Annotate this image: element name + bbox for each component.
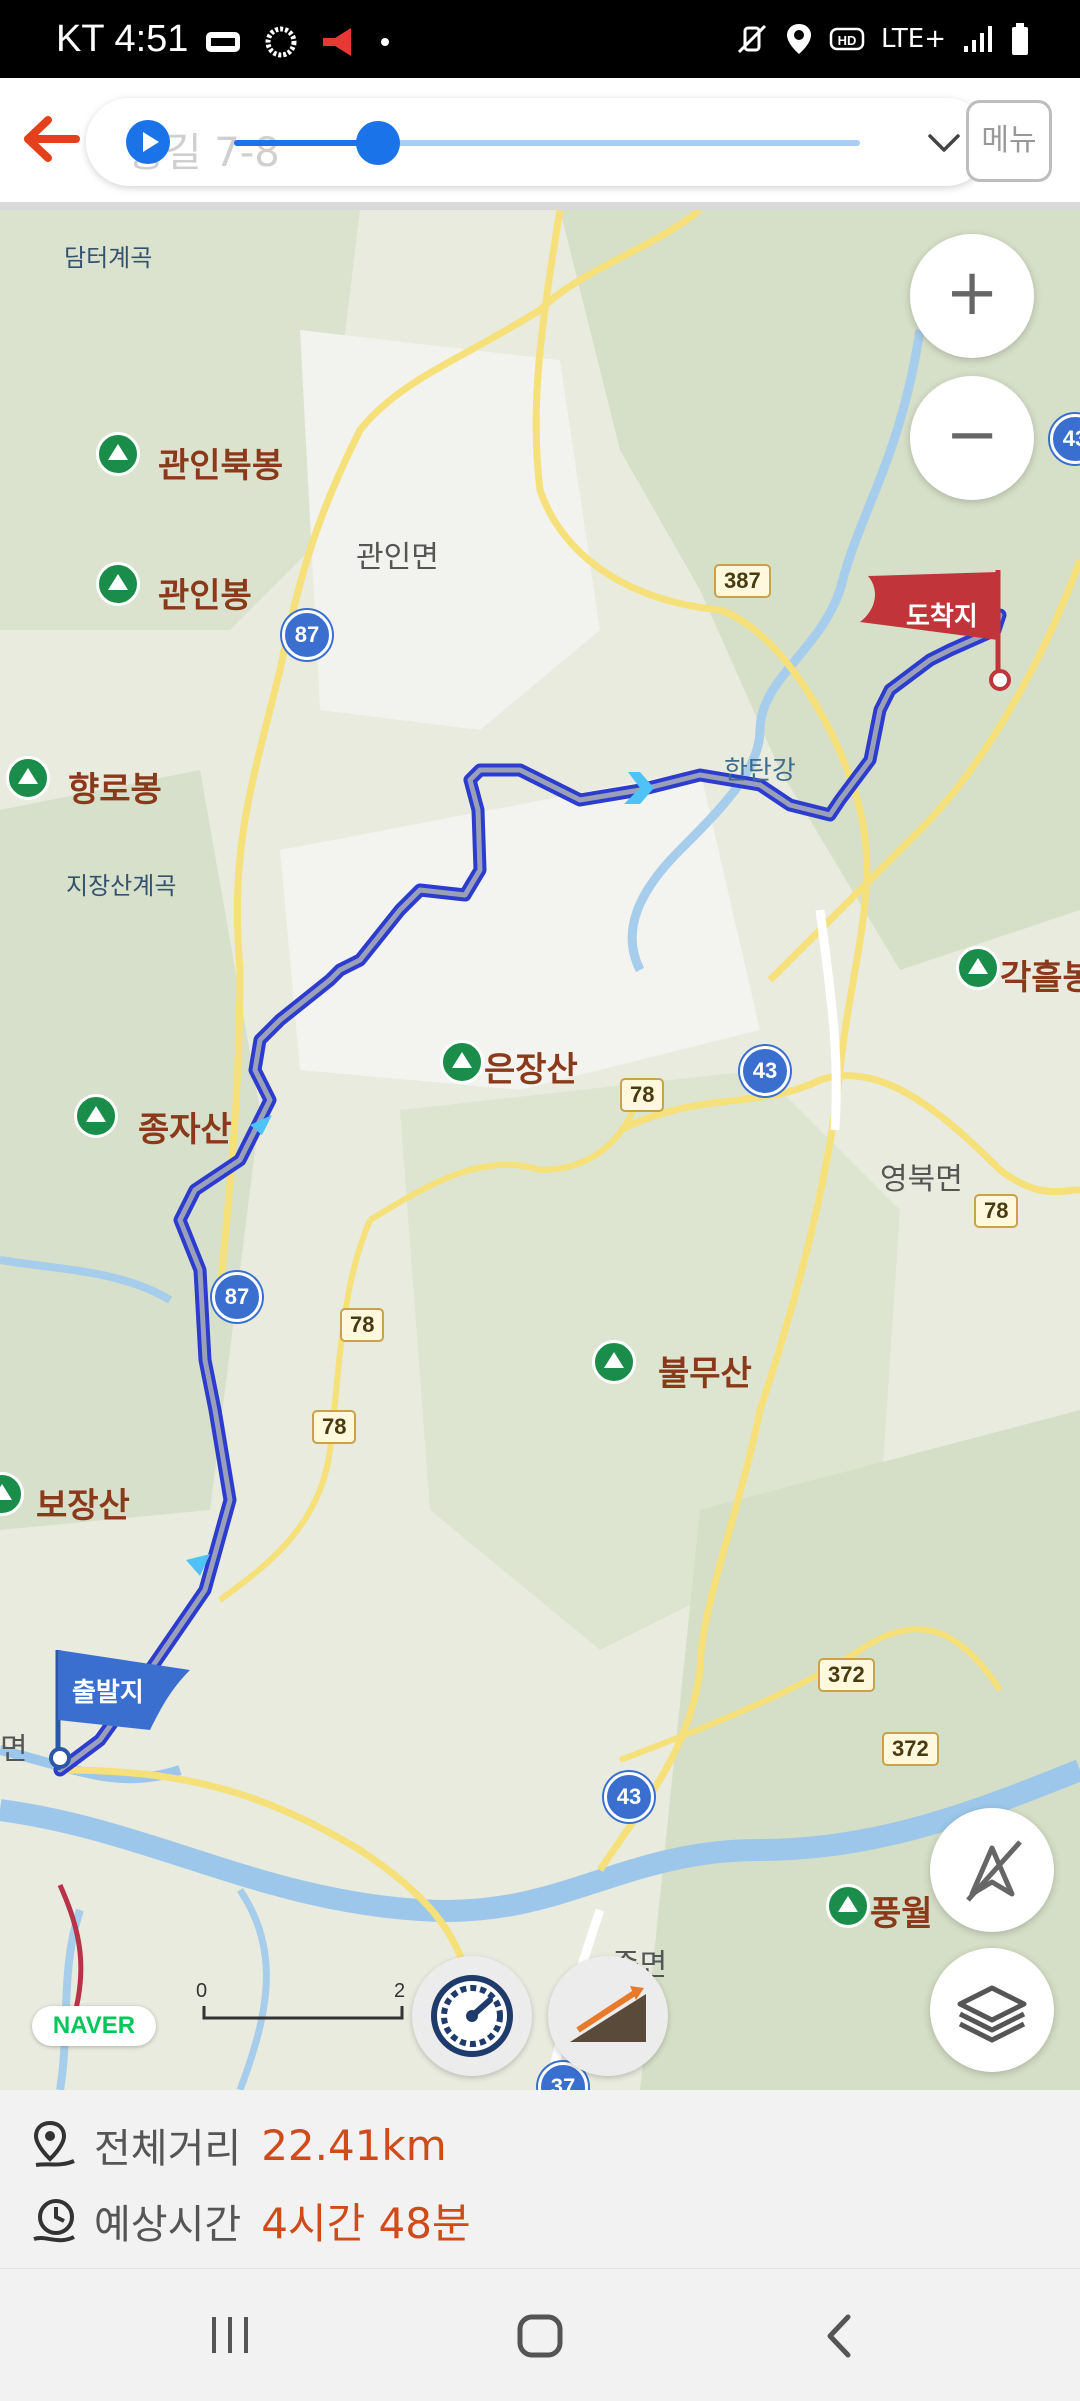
time-label: 예상시간: [94, 2201, 242, 2248]
mute-icon: [737, 24, 767, 54]
recent-apps-icon[interactable]: [206, 2313, 256, 2357]
place-label[interactable]: 영북면: [880, 1154, 963, 1198]
svg-text:HD: HD: [838, 33, 857, 48]
road-shield: 372: [882, 1732, 939, 1766]
elevation-button[interactable]: [548, 1956, 668, 2076]
scale-max-label: 2: [394, 1980, 406, 2002]
road-shield: 78: [312, 1410, 357, 1444]
speedometer-icon: [431, 1975, 513, 2057]
place-label[interactable]: 관인면: [356, 532, 439, 576]
start-flag-label[interactable]: 출발지: [72, 1672, 144, 1709]
battery-icon: [1012, 23, 1028, 55]
playback-slider-thumb[interactable]: [355, 121, 400, 165]
map-view[interactable]: 관인북봉 관인봉 향로봉 은장산 종자산 불무산 보장산 각흘봉 풍월 담터계곡…: [0, 210, 1080, 2090]
play-button[interactable]: [126, 120, 170, 164]
end-flag-label[interactable]: 도착지: [906, 596, 978, 633]
status-time: KT 4:51: [56, 18, 188, 61]
peak-label[interactable]: 종자산: [138, 1102, 232, 1151]
distance-pin-icon: [33, 2120, 75, 2167]
mountain-icon: [96, 432, 140, 476]
distance-label: 전체거리: [94, 2126, 242, 2172]
zoom-out-button[interactable]: −: [910, 376, 1034, 500]
road-shield: 78: [974, 1194, 1019, 1228]
peak-label[interactable]: 각흘봉: [1000, 950, 1080, 999]
peak-label[interactable]: 향로봉: [68, 762, 162, 811]
road-shield: 87: [282, 610, 332, 660]
naver-logo: NAVER: [32, 2006, 156, 2046]
carrier-label: KT: [56, 18, 104, 60]
playback-slider[interactable]: [234, 121, 860, 165]
top-bar: 흥길 7-8: [0, 78, 1080, 210]
location-icon: [787, 24, 811, 54]
mountain-icon: [956, 946, 1000, 990]
road-shield: 43: [740, 1046, 790, 1096]
app-icon: [206, 32, 240, 52]
chevron-down-icon[interactable]: [924, 122, 964, 162]
place-label[interactable]: 면: [0, 1724, 28, 1768]
road-shield: 372: [818, 1658, 875, 1692]
peak-label[interactable]: 관인봉: [158, 568, 252, 617]
menu-button[interactable]: 메뉴: [966, 100, 1052, 182]
peak-label[interactable]: 은장산: [484, 1042, 578, 1091]
distance-value: 22.41km: [261, 2120, 447, 2170]
lte-icon: LTE+: [881, 24, 946, 54]
mountain-icon: [592, 1340, 636, 1384]
road-shield: 87: [212, 1272, 262, 1322]
road-shield: 387: [714, 564, 771, 598]
mountain-icon: [440, 1040, 484, 1084]
zoom-in-button[interactable]: +: [910, 234, 1034, 358]
layers-button[interactable]: [930, 1948, 1054, 2072]
clock-label: 4:51: [114, 18, 189, 60]
compass-off-icon: [966, 1840, 1022, 1902]
mountain-icon: [96, 562, 140, 606]
place-label[interactable]: 담터계곡: [64, 238, 152, 273]
ring-icon: [265, 26, 297, 58]
peak-label[interactable]: 불무산: [658, 1346, 752, 1395]
mountain-icon: [74, 1094, 118, 1138]
back-arrow-icon[interactable]: [20, 114, 80, 164]
scale-min-label: 0: [196, 1980, 208, 2002]
road-shield: 43: [604, 1772, 654, 1822]
road-shield: 78: [340, 1308, 385, 1342]
road-shield: 78: [620, 1078, 665, 1112]
peak-label[interactable]: 보장산: [36, 1478, 130, 1527]
speed-button[interactable]: [412, 1956, 532, 2076]
back-nav-icon[interactable]: [818, 2311, 862, 2361]
slope-icon: [570, 1986, 646, 2042]
place-label[interactable]: 한탄강: [724, 750, 796, 787]
peak-label[interactable]: 풍월: [870, 1886, 933, 1935]
route-summary-panel: 전체거리 22.41km 예상시간 4시간 48분: [0, 2090, 1080, 2268]
compass-button[interactable]: [930, 1808, 1054, 1932]
place-label[interactable]: 지장산계곡: [66, 866, 176, 901]
dot-icon: [381, 38, 389, 46]
status-bar: KT 4:51 HD LTE+: [0, 0, 1080, 78]
hd-icon: HD: [829, 27, 865, 51]
system-nav-bar: [0, 2268, 1080, 2401]
peak-label[interactable]: 관인북봉: [158, 438, 283, 487]
mountain-icon: [6, 756, 50, 800]
home-icon[interactable]: [512, 2311, 568, 2361]
mountain-icon: [826, 1884, 870, 1928]
layers-icon: [957, 1985, 1027, 2043]
route-playback-bar: 흥길 7-8: [86, 98, 990, 186]
time-value: 4시간 48분: [261, 2199, 471, 2248]
signal-icon: [964, 26, 992, 52]
clock-icon: [33, 2198, 75, 2242]
megaphone-icon: [323, 28, 351, 56]
